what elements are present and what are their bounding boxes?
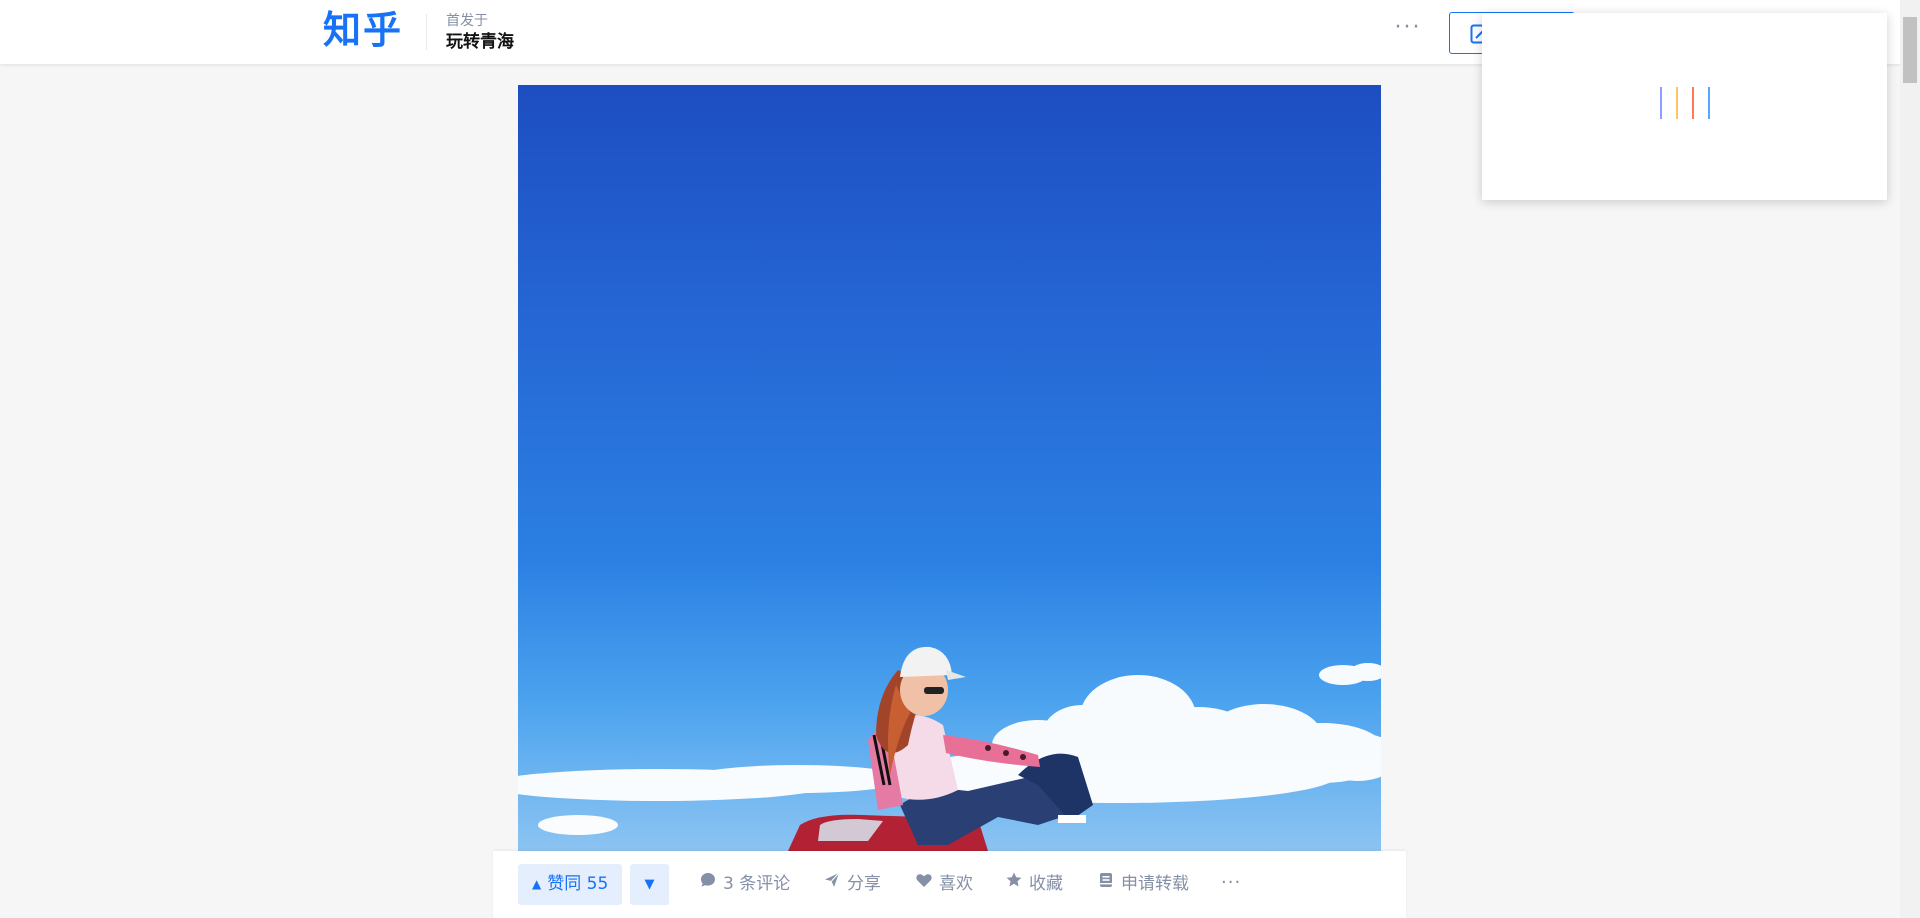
- action-more-button[interactable]: ···: [1221, 864, 1241, 905]
- header-divider: [426, 14, 427, 50]
- heart-icon: [915, 864, 939, 905]
- popup-panel: [1482, 13, 1887, 200]
- page-scrollbar[interactable]: [1900, 0, 1920, 918]
- photo-scene: [518, 646, 1381, 851]
- comment-button[interactable]: 3 条评论: [699, 864, 790, 905]
- comment-label: 3 条评论: [723, 874, 791, 894]
- zhihu-logo[interactable]: 知乎: [323, 6, 403, 54]
- vote-up-button[interactable]: ▲ 赞同 55: [518, 864, 623, 905]
- repost-button[interactable]: 申请转载: [1097, 864, 1189, 905]
- like-button[interactable]: 喜欢: [915, 864, 973, 905]
- repost-label: 申请转载: [1121, 874, 1189, 894]
- loading-bar: [1660, 87, 1662, 119]
- vote-up-label: 赞同 55: [547, 874, 609, 894]
- action-bar: ▲ 赞同 55 ▼ 3 条评论 分享 喜欢 收藏 申请转载 ···: [493, 851, 1406, 918]
- share-label: 分享: [847, 874, 881, 894]
- loading-bar: [1676, 87, 1678, 119]
- comment-icon: [699, 864, 723, 905]
- vote-down-button[interactable]: ▼: [630, 864, 669, 905]
- loading-bar: [1692, 87, 1694, 119]
- column-info[interactable]: 首发于 玩转青海: [446, 12, 514, 54]
- like-label: 喜欢: [939, 874, 973, 894]
- share-icon: [823, 864, 847, 905]
- repost-icon: [1097, 864, 1121, 905]
- triangle-up-icon: ▲: [532, 877, 542, 891]
- loading-bar: [1708, 87, 1710, 119]
- collect-label: 收藏: [1029, 874, 1063, 894]
- star-icon: [1005, 864, 1029, 905]
- article-image[interactable]: [518, 85, 1381, 851]
- loading-indicator: [1660, 87, 1712, 119]
- column-pre-label: 首发于: [446, 13, 488, 29]
- share-button[interactable]: 分享: [823, 864, 881, 905]
- scrollbar-thumb[interactable]: [1903, 17, 1917, 83]
- column-name[interactable]: 玩转青海: [446, 30, 514, 54]
- collect-button[interactable]: 收藏: [1005, 864, 1063, 905]
- header-more-button[interactable]: ···: [1392, 16, 1424, 44]
